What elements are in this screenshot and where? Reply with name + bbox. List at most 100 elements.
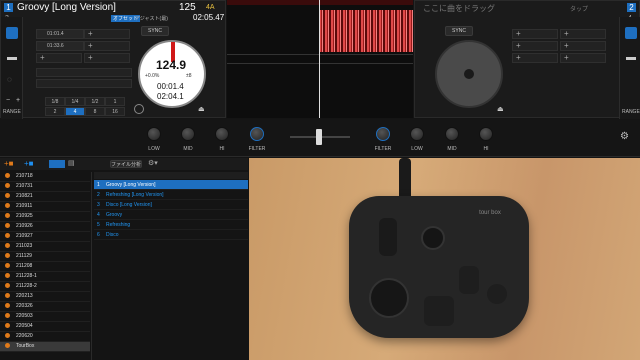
loop-size-2[interactable]: 2 <box>45 107 65 116</box>
eq-mid-knob-right[interactable] <box>445 127 459 141</box>
sync-button[interactable]: SYNC <box>141 26 169 36</box>
pitch-bend-plus[interactable]: + <box>16 97 20 104</box>
filter-label: FILTER <box>248 146 266 152</box>
pitch-slider-handle[interactable] <box>626 57 636 60</box>
hotcue-1[interactable]: 01:01.4 <box>36 29 84 39</box>
crate-item[interactable]: 210926 <box>0 222 90 232</box>
hotcue-add-5[interactable]: + <box>36 53 82 63</box>
track-list-header <box>94 172 248 179</box>
crate-item[interactable]: 220503 <box>0 312 90 322</box>
brand-logo: tour box <box>479 210 501 216</box>
track-row[interactable]: 3 Disco [Long Version] <box>94 200 248 210</box>
hotcue-add-4[interactable]: + <box>84 41 130 51</box>
view-toggle-icon[interactable] <box>49 160 65 168</box>
crate-item[interactable]: 220213 <box>0 292 90 302</box>
loop-size-16[interactable]: 16 <box>105 107 125 116</box>
eq-mid-knob-left[interactable] <box>181 127 195 141</box>
eject-icon[interactable]: ⏏ <box>198 105 205 113</box>
filter-knob-right[interactable] <box>376 127 390 141</box>
slot-strip-2[interactable] <box>36 79 132 88</box>
track-title: Groovy [Long Version] <box>17 2 116 13</box>
track-row[interactable]: 6 Disco <box>94 230 248 240</box>
file-analyze-tab[interactable]: ファイル分析 <box>110 160 142 168</box>
add-crate-icon[interactable]: +■ <box>4 159 14 168</box>
loop-size-8[interactable]: 8 <box>85 107 105 116</box>
crate-item[interactable]: 211228-2 <box>0 282 90 292</box>
usb-cable <box>399 158 411 200</box>
hotcue-add-3[interactable]: + <box>512 41 558 51</box>
hotcue-add-1[interactable]: + <box>512 29 558 39</box>
slot-strip[interactable] <box>36 68 132 77</box>
platter-elapsed: 00:01.4 <box>157 82 184 91</box>
eq-low-label: LOW <box>411 146 423 152</box>
gear-icon[interactable]: ⚙▾ <box>148 159 158 167</box>
crate-item[interactable]: 211023 <box>0 242 90 252</box>
waveform-panel[interactable] <box>227 0 413 118</box>
hotcue-add-2[interactable]: + <box>560 29 606 39</box>
platter-range: ±8 <box>186 73 192 79</box>
knob-dial <box>421 226 445 250</box>
platter[interactable] <box>435 40 503 108</box>
hotcue-add-6[interactable]: + <box>84 53 130 63</box>
overview-bar[interactable] <box>227 0 413 5</box>
hotcue-add-5[interactable]: + <box>512 53 558 63</box>
deck-left: 1 3 Groovy [Long Version] 125 4A オフセット ア… <box>0 0 226 119</box>
eject-icon[interactable]: ⏏ <box>497 105 504 113</box>
eq-hi-knob-left[interactable] <box>215 127 229 141</box>
sync-lock-icon[interactable]: ◌ <box>7 75 12 84</box>
filter-knob-left[interactable] <box>250 127 264 141</box>
hotcue-add-6[interactable]: + <box>560 53 606 63</box>
crate-item[interactable]: 220620 <box>0 332 90 342</box>
crossfader-handle[interactable] <box>316 129 322 145</box>
range-label[interactable]: RANGE <box>3 109 21 115</box>
list-view-icon[interactable]: ▤ <box>68 159 75 167</box>
crate-item[interactable]: 220326 <box>0 302 90 312</box>
crate-item[interactable]: 211129 <box>0 252 90 262</box>
eq-low-knob-right[interactable] <box>410 127 424 141</box>
eq-hi-label: HI <box>219 146 225 152</box>
track-row[interactable]: 2 Refreshing [Long Version] <box>94 190 248 200</box>
crate-item[interactable]: 220504 <box>0 322 90 332</box>
deck-mode-icon[interactable] <box>6 27 18 39</box>
deck-mode-icon[interactable] <box>625 27 637 39</box>
track-row[interactable]: 4 Groovy <box>94 210 248 220</box>
track-row[interactable]: 5 Refreshing <box>94 220 248 230</box>
waveform-right[interactable] <box>227 54 413 64</box>
deck-title-placeholder: ここに曲をドラッグ <box>423 4 495 13</box>
crate-item[interactable]: 210925 <box>0 212 90 222</box>
browser-toolbar: +■ +■ ▤ ファイル分析 ⚙▾ <box>0 158 248 170</box>
loop-size-1-8[interactable]: 1/8 <box>45 97 65 106</box>
crate-item[interactable]: 210927 <box>0 232 90 242</box>
waveform-left[interactable] <box>319 10 413 52</box>
vinyl-icon[interactable] <box>134 104 144 114</box>
hotcue-add-3[interactable]: + <box>84 29 130 39</box>
loop-size-1[interactable]: 1 <box>105 97 125 106</box>
range-label[interactable]: RANGE <box>622 109 640 115</box>
tap-button[interactable]: タップ <box>570 4 588 13</box>
controller-photo: tour box <box>249 158 640 360</box>
crate-item[interactable]: 210731 <box>0 182 90 192</box>
track-row-selected[interactable]: 1 Groovy [Long Version] <box>94 180 248 190</box>
pitch-bend-minus[interactable]: − <box>6 97 10 104</box>
platter[interactable]: 124.9 +0.0% ±8 00:01.4 02:04.1 <box>138 40 206 108</box>
loop-size-4[interactable]: 4 <box>65 107 85 116</box>
crate-item[interactable]: 210821 <box>0 192 90 202</box>
add-playlist-icon[interactable]: +■ <box>24 159 34 168</box>
crate-item[interactable]: 211208 <box>0 262 90 272</box>
eq-hi-knob-right[interactable] <box>479 127 493 141</box>
hotcue-2[interactable]: 01:33.6 <box>36 41 84 51</box>
sync-button[interactable]: SYNC <box>445 26 473 36</box>
loop-size-1-4[interactable]: 1/4 <box>65 97 85 106</box>
settings-gear-icon[interactable]: ⚙ <box>620 131 629 142</box>
pitch-slider-handle[interactable] <box>7 57 17 60</box>
dpad <box>424 296 454 326</box>
bpm: 125 <box>179 2 196 13</box>
crate-item[interactable]: 211228-1 <box>0 272 90 282</box>
eq-low-knob-left[interactable] <box>147 127 161 141</box>
crate-item[interactable]: 210718 <box>0 172 90 182</box>
crate-item-selected[interactable]: TourBox <box>0 342 90 352</box>
eq-hi-label: HI <box>483 146 489 152</box>
hotcue-add-4[interactable]: + <box>560 41 606 51</box>
crate-item[interactable]: 210911 <box>0 202 90 212</box>
loop-size-1-2[interactable]: 1/2 <box>85 97 105 106</box>
